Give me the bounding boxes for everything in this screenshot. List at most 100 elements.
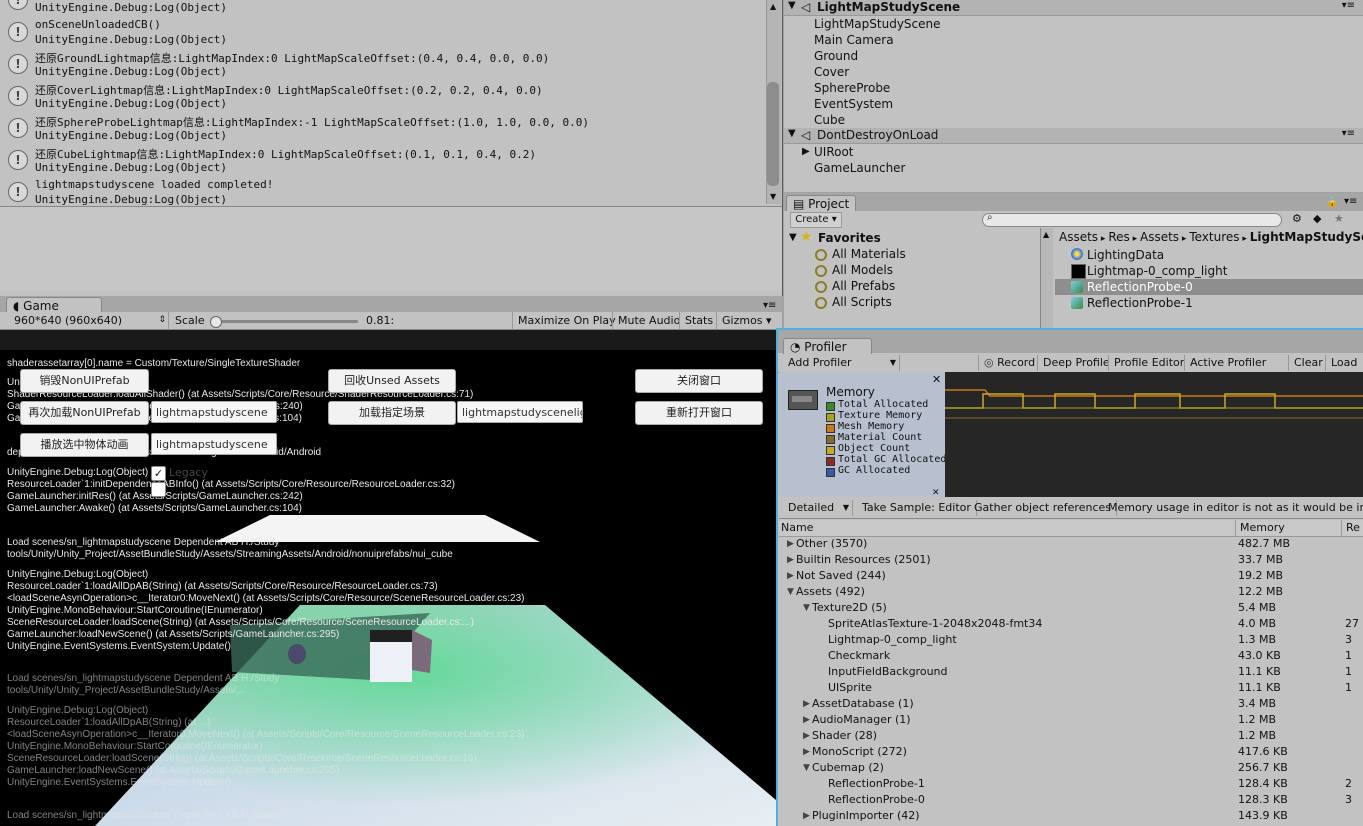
filter-label-icon[interactable]: ◆ <box>1313 212 1321 225</box>
reload-scene-input[interactable]: lightmapstudyscene <box>151 401 277 423</box>
console-log-entry[interactable]: ! lightmapstudyscene loaded completed! Uni… <box>0 176 765 208</box>
favorite-star-icon[interactable]: ★ <box>1334 212 1344 225</box>
breadcrumb-item[interactable]: Res <box>1108 230 1129 244</box>
hierarchy-item[interactable]: Main Camera <box>814 33 894 47</box>
memory-tree-row[interactable]: ▶ AudioManager (1) 1.2 MB <box>779 712 1363 728</box>
console-log-entry[interactable]: ! 还原CoverLightmap信息:LightMapIndex:0 Light… <box>0 80 765 112</box>
asset-item[interactable]: ReflectionProbe-1 <box>1087 296 1193 310</box>
profile-editor-toggle[interactable]: Profile Editor <box>1108 355 1189 371</box>
hierarchy-item[interactable]: Cover <box>814 65 849 79</box>
memory-tree-row[interactable]: Checkmark 43.0 KB 1 <box>779 648 1363 664</box>
favorite-item[interactable]: All Materials <box>832 247 906 261</box>
collapsed-arrow-icon[interactable]: ▶ <box>787 568 794 584</box>
gizmos-dropdown[interactable]: Gizmos ▾ <box>716 312 777 329</box>
memory-tree-row[interactable]: ▶ AssetDatabase (1) 3.4 MB <box>779 696 1363 712</box>
collapsed-arrow-icon[interactable]: ▶ <box>803 696 810 712</box>
breadcrumb-item[interactable]: Assets <box>1059 230 1098 244</box>
panel-menu-icon[interactable]: ▾≡ <box>1344 196 1357 207</box>
lock-icon[interactable]: 🔒 <box>1326 197 1338 208</box>
legend-swatch[interactable] <box>826 424 835 433</box>
create-dropdown[interactable]: Create ▾ <box>790 212 842 228</box>
memory-tree-row[interactable]: ▶ PluginImporter (42) 143.9 KB <box>779 808 1363 824</box>
tab-profiler[interactable]: ◔ Profiler <box>783 338 872 355</box>
expanded-arrow-icon[interactable]: ▼ <box>803 600 810 616</box>
favorite-item[interactable]: All Scripts <box>832 295 892 309</box>
scene-menu-icon[interactable]: ▾≡ <box>1342 128 1355 139</box>
close-window-button[interactable]: 关闭窗口 <box>635 369 763 393</box>
expand-arrow-icon[interactable]: ▼ <box>789 232 797 243</box>
collapsed-arrow-icon[interactable]: ▶ <box>803 728 810 744</box>
breadcrumb-item[interactable]: Textures <box>1189 230 1239 244</box>
legend-swatch[interactable] <box>826 457 835 466</box>
memory-tree-row[interactable]: UISprite 11.1 KB 1 <box>779 680 1363 696</box>
memory-tree-row[interactable]: ▶ Not Saved (244) 19.2 MB <box>779 568 1363 584</box>
animation-target-input[interactable]: lightmapstudyscene <box>151 433 277 455</box>
deep-profile-toggle[interactable]: Deep Profile <box>1037 355 1115 371</box>
console-log-entry[interactable]: ! 还原SphereProbeLightmap信息:LightMapIndex:-… <box>0 112 765 144</box>
collapsed-arrow-icon[interactable]: ▶ <box>787 552 794 568</box>
active-profiler-dropdown[interactable]: Active Profiler <box>1184 355 1271 371</box>
resolution-dropdown[interactable]: 960*640 (960x640) ⇕ <box>8 313 168 328</box>
breadcrumb-item[interactable]: LightMapStudyScene <box>1250 230 1363 244</box>
reload-nonui-prefab-button[interactable]: 再次加载NonUIPrefab <box>20 401 149 425</box>
asset-item[interactable]: ReflectionProbe-0 <box>1087 280 1193 294</box>
scene-header-dontdestroy[interactable]: ▼ ◁ DontDestroyOnLoad ▾≡ <box>784 128 1363 144</box>
memory-tree-row[interactable]: ▶ MonoScript (272) 417.6 KB <box>779 744 1363 760</box>
clear-button[interactable]: Clear <box>1288 355 1328 371</box>
memory-chart[interactable] <box>945 372 1363 497</box>
close-icon[interactable]: ✕ <box>932 488 940 498</box>
hierarchy-item[interactable]: LightMapStudyScene <box>814 17 941 31</box>
filter-type-icon[interactable]: ⚙ <box>1292 212 1302 225</box>
destroy-nonui-prefab-button[interactable]: 销毁NonUIPrefab <box>20 369 149 393</box>
take-sample-button[interactable]: Take Sample: Editor <box>857 500 977 516</box>
expanded-arrow-icon[interactable]: ▼ <box>803 760 810 776</box>
load-button[interactable]: Load <box>1325 355 1362 371</box>
memory-tree-row[interactable]: ▼ Cubemap (2) 256.7 KB <box>779 760 1363 776</box>
hierarchy-item[interactable]: Cube <box>814 113 845 127</box>
hierarchy-item[interactable]: EventSystem <box>814 97 893 111</box>
memory-tree-row[interactable]: ▼ Texture2D (5) 5.4 MB <box>779 600 1363 616</box>
gather-references-toggle[interactable]: Gather object references <box>969 500 1117 516</box>
legend-swatch[interactable] <box>826 468 835 477</box>
memory-tree-row[interactable]: SpriteAtlasTexture-1-2048x2048-fmt34 4.0 … <box>779 616 1363 632</box>
tab-project[interactable]: ▤ Project <box>786 195 857 212</box>
memory-tree-row[interactable]: ▶ Shader (28) 1.2 MB <box>779 728 1363 744</box>
console-log-entry[interactable]: ! 还原GroundLightmap信息:LightMapIndex:0 Ligh… <box>0 48 765 80</box>
scene-menu-icon[interactable]: ▾≡ <box>1342 0 1355 11</box>
scroll-down-icon[interactable]: ▼ <box>770 192 776 201</box>
column-references[interactable]: Re <box>1341 520 1360 536</box>
memory-tree-row[interactable]: Lightmap-0_comp_light 1.3 MB 3 <box>779 632 1363 648</box>
stats-toggle[interactable]: Stats <box>679 312 718 329</box>
column-memory[interactable]: Memory <box>1235 520 1285 536</box>
hierarchy-item[interactable]: Ground <box>814 49 858 63</box>
maximize-on-play-toggle[interactable]: Maximize On Play <box>512 312 621 329</box>
console-scroll-thumb[interactable] <box>767 82 779 186</box>
memory-tree-row[interactable]: ▶ Other (3570) 482.7 MB <box>779 536 1363 552</box>
hierarchy-item-gamelauncher[interactable]: GameLauncher <box>814 161 906 175</box>
collapsed-arrow-icon[interactable]: ▶ <box>803 744 810 760</box>
collapse-arrow-icon[interactable]: ▶ <box>802 146 810 157</box>
mute-audio-toggle[interactable]: Mute Audio <box>612 312 685 329</box>
mode-dropdown[interactable]: Detailed ▼ <box>783 500 853 516</box>
console-log-entry[interactable]: ! onSceneUnloadedCB() UnityEngine.Debug:Lo… <box>0 16 765 48</box>
scene-header-lightmapstudy[interactable]: ▼ ◁ LightMapStudyScene ▾≡ <box>784 0 1363 16</box>
collapsed-arrow-icon[interactable]: ▶ <box>787 536 794 552</box>
panel-menu-icon[interactable]: ▾≡ <box>763 300 776 311</box>
expanded-arrow-icon[interactable]: ▼ <box>787 584 794 600</box>
memory-tree-row[interactable]: ReflectionProbe-1 128.4 KB 2 <box>779 776 1363 792</box>
recycle-assets-button[interactable]: 回收Unsed Assets <box>328 369 456 393</box>
hierarchy-item-uiroot[interactable]: UIRoot <box>814 145 854 159</box>
asset-item[interactable]: LightingData <box>1087 248 1164 262</box>
project-search-input[interactable]: ⌕ <box>982 212 1282 227</box>
record-toggle[interactable]: ◎ Record <box>978 355 1040 371</box>
reopen-window-button[interactable]: 重新打开窗口 <box>635 401 763 425</box>
favorite-item[interactable]: All Models <box>832 263 893 277</box>
console-detail-area[interactable] <box>0 206 782 291</box>
expand-arrow-icon[interactable]: ▼ <box>788 128 796 139</box>
close-icon[interactable]: ✕ <box>932 373 941 386</box>
legend-swatch[interactable] <box>826 435 835 444</box>
memory-tree-row[interactable]: ▼ Assets (492) 12.2 MB <box>779 584 1363 600</box>
column-name[interactable]: Name <box>781 520 813 536</box>
breadcrumb-item[interactable]: Assets <box>1140 230 1179 244</box>
legend-swatch[interactable] <box>826 413 835 422</box>
